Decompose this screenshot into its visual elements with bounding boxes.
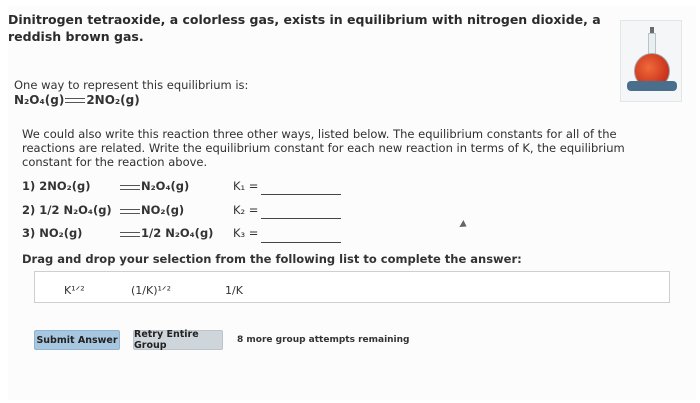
main-equilibrium: N₂O₄(g) 2NO₂(g) <box>14 93 140 107</box>
instructions-paragraph: We could also write this reaction three … <box>22 127 625 169</box>
reaction-2-lhs: 2) 1/2 N₂O₄(g) <box>22 203 112 217</box>
k2-answer-slot[interactable] <box>261 218 341 219</box>
reaction-1-rhs: N₂O₄(g) <box>141 179 190 193</box>
drag-instructions: Drag and drop your selection from the fo… <box>22 252 522 266</box>
choice-inv-k-half[interactable]: (1/K)¹ᐟ² <box>131 284 171 297</box>
intro-text: Dinitrogen tetraoxide, a colorless gas, … <box>8 12 601 44</box>
k2-label: K₂ = <box>233 203 259 217</box>
k3-answer-slot[interactable] <box>261 242 341 243</box>
reaction-2-rhs: NO₂(g) <box>141 203 185 217</box>
k1-label: K₁ = <box>233 179 259 193</box>
equilibrium-rhs: 2NO₂(g) <box>86 93 140 107</box>
attempts-remaining: 8 more group attempts remaining <box>237 335 410 345</box>
equilibrium-arrow-icon <box>120 231 140 238</box>
reaction-3-lhs: 3) NO₂(g) <box>22 226 83 240</box>
equilibrium-lhs: N₂O₄(g) <box>14 93 65 107</box>
equilibrium-arrow-icon <box>65 97 86 104</box>
representation-lead: One way to represent this equilibrium is… <box>14 78 249 92</box>
equilibrium-arrow-icon <box>120 208 140 215</box>
choices-tray <box>34 271 670 303</box>
equilibrium-arrow-icon <box>120 184 140 191</box>
reaction-3-rhs: 1/2 N₂O₄(g) <box>141 226 214 240</box>
flask-icon <box>620 20 682 102</box>
retry-group-button[interactable]: Retry Entire Group <box>133 329 223 351</box>
choice-inv-k[interactable]: 1/K <box>225 284 243 297</box>
reaction-1-lhs: 1) 2NO₂(g) <box>22 179 91 193</box>
choice-k-half[interactable]: K¹ᐟ² <box>64 284 85 297</box>
submit-answer-button[interactable]: Submit Answer <box>34 330 120 350</box>
k1-answer-slot[interactable] <box>261 194 341 195</box>
k3-label: K₃ = <box>233 226 259 240</box>
